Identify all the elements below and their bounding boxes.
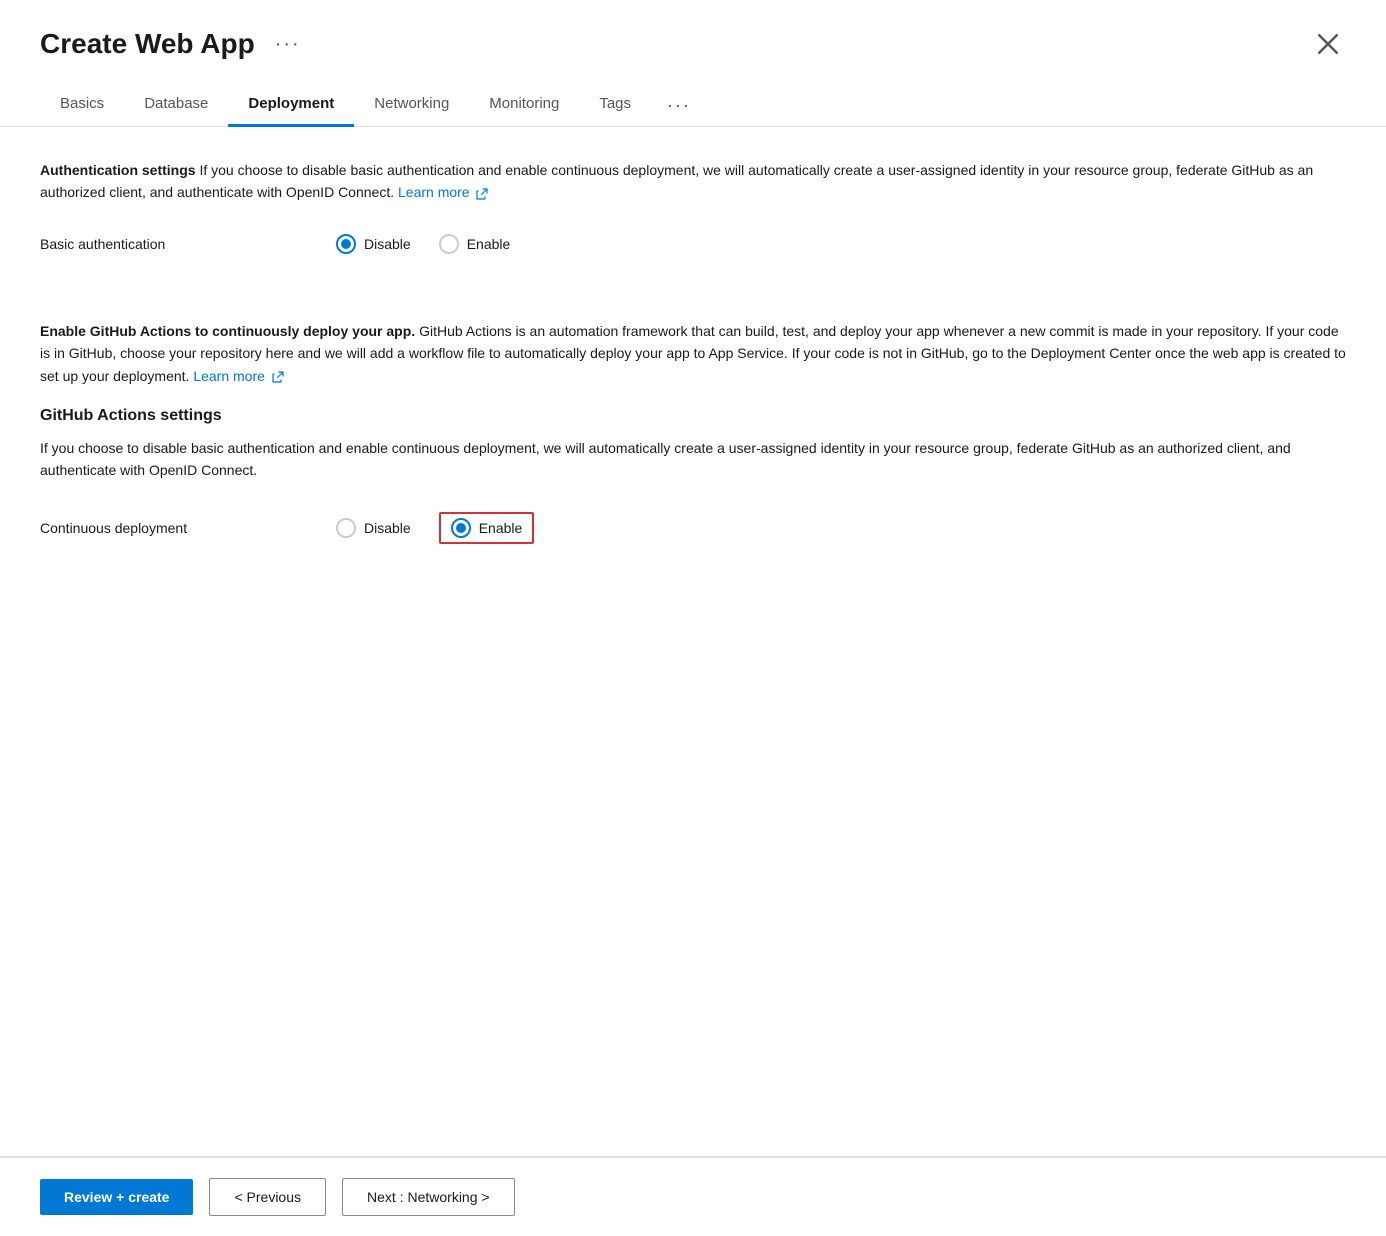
tab-basics[interactable]: Basics (40, 85, 124, 127)
external-link-icon (476, 188, 488, 200)
continuous-deployment-label: Continuous deployment (40, 520, 240, 536)
external-link-icon-2 (272, 371, 284, 383)
close-button[interactable] (1310, 30, 1346, 58)
auth-description-bold: Authentication settings (40, 162, 196, 178)
auth-description-text: If you choose to disable basic authentic… (40, 162, 1313, 200)
github-actions-section: Enable GitHub Actions to continuously de… (40, 320, 1346, 554)
basic-auth-disable-label: Disable (364, 236, 411, 252)
github-learn-more-link[interactable]: Learn more (193, 368, 283, 384)
tab-tags[interactable]: Tags (579, 85, 651, 127)
tabs-more-button[interactable]: ··· (655, 86, 703, 126)
dialog-title: Create Web App (40, 28, 255, 60)
auth-description: Authentication settings If you choose to… (40, 159, 1346, 204)
basic-auth-enable-option[interactable]: Enable (439, 234, 511, 254)
continuous-deployment-disable-label: Disable (364, 520, 411, 536)
continuous-deployment-disable-option[interactable]: Disable (336, 518, 411, 538)
next-networking-button[interactable]: Next : Networking > (342, 1178, 515, 1216)
tab-database[interactable]: Database (124, 85, 228, 127)
tab-deployment[interactable]: Deployment (228, 85, 354, 127)
basic-auth-label: Basic authentication (40, 236, 240, 252)
continuous-deployment-radio-group: Disable Enable (336, 512, 534, 544)
continuous-deployment-enable-radio[interactable] (451, 518, 471, 538)
basic-auth-enable-radio[interactable] (439, 234, 459, 254)
dialog-header: Create Web App ··· (0, 0, 1386, 76)
continuous-deployment-field-row: Continuous deployment Disable Enable (40, 502, 1346, 554)
basic-auth-disable-option[interactable]: Disable (336, 234, 411, 254)
basic-auth-radio-group: Disable Enable (336, 234, 510, 254)
continuous-deployment-enable-label: Enable (479, 520, 523, 536)
github-description: Enable GitHub Actions to continuously de… (40, 320, 1346, 387)
tab-networking[interactable]: Networking (354, 85, 469, 127)
github-actions-settings-title: GitHub Actions settings (40, 407, 1346, 425)
tab-monitoring[interactable]: Monitoring (469, 85, 579, 127)
auth-learn-more-link[interactable]: Learn more (398, 184, 488, 200)
main-content: Authentication settings If you choose to… (0, 127, 1386, 1156)
auth-settings-section: Authentication settings If you choose to… (40, 159, 1346, 264)
footer: Review + create < Previous Next : Networ… (0, 1157, 1386, 1236)
continuous-deployment-enable-option[interactable]: Enable (439, 512, 535, 544)
create-web-app-dialog: Create Web App ··· Basics Database Deplo… (0, 0, 1386, 1236)
github-description-bold: Enable GitHub Actions to continuously de… (40, 323, 415, 339)
review-create-button[interactable]: Review + create (40, 1179, 193, 1215)
continuous-deployment-disable-radio[interactable] (336, 518, 356, 538)
basic-auth-field-row: Basic authentication Disable Enable (40, 224, 1346, 264)
close-icon (1318, 34, 1338, 54)
tabs-container: Basics Database Deployment Networking Mo… (0, 84, 1386, 127)
basic-auth-disable-radio[interactable] (336, 234, 356, 254)
previous-button[interactable]: < Previous (209, 1178, 326, 1216)
github-actions-description: If you choose to disable basic authentic… (40, 437, 1346, 482)
header-more-options-button[interactable]: ··· (267, 30, 309, 58)
title-group: Create Web App ··· (40, 28, 309, 60)
basic-auth-enable-label: Enable (467, 236, 511, 252)
